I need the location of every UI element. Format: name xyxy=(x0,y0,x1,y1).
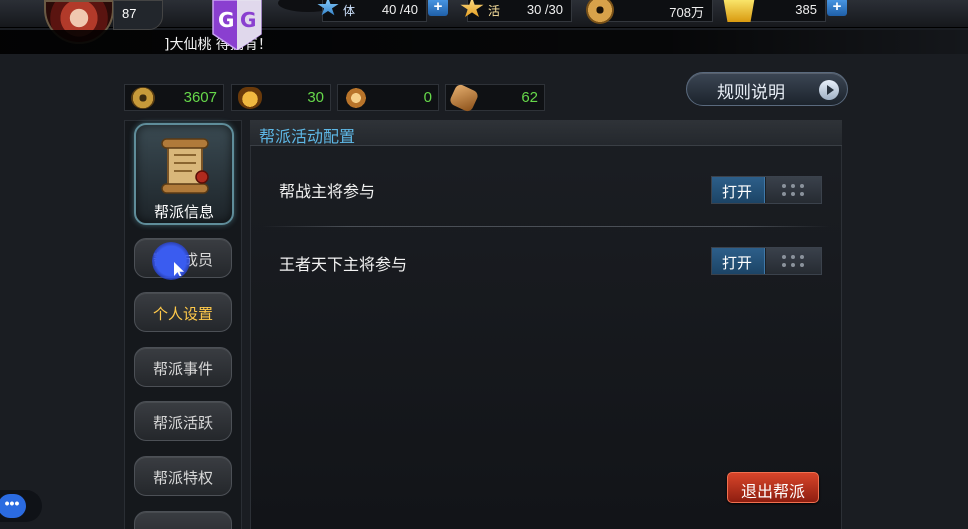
menu-guild-activity[interactable]: 帮派活跃 xyxy=(134,401,232,441)
player-level: 87 xyxy=(122,6,137,21)
toggle-on-label: 打开 xyxy=(722,183,753,201)
coin-resource: 708万 xyxy=(586,0,713,24)
menu-guild-activity-label: 帮派活跃 xyxy=(152,414,213,432)
play-arrow-icon xyxy=(819,80,839,100)
beast-mask-value: 30 xyxy=(307,89,324,106)
vitality-resource: 活 30 /30 xyxy=(460,0,572,22)
rules-button[interactable]: 规则说明 xyxy=(686,72,848,106)
svg-text:G: G xyxy=(240,8,256,32)
gold-ingot-icon xyxy=(723,0,755,22)
menu-guild-events-label: 帮派事件 xyxy=(152,360,213,378)
row-divider xyxy=(262,226,830,227)
toggle-on-state: 打开 xyxy=(712,248,765,274)
star-medal-stat: 0 xyxy=(337,84,439,111)
energy-resource: 体 40 /40 + xyxy=(317,0,448,22)
guild-coin-stat: 3607 xyxy=(124,84,224,111)
energy-label: 体 xyxy=(343,4,356,18)
player-level-badge: 87 xyxy=(113,0,163,30)
toggle-on-label: 打开 xyxy=(722,254,753,272)
token-stat: 62 xyxy=(445,82,545,114)
vitality-label: 活 xyxy=(488,4,501,18)
coin-value: 708万 xyxy=(669,5,704,20)
guild-war-general-toggle[interactable]: 打开 xyxy=(711,176,822,204)
rules-button-label: 规则说明 xyxy=(717,83,785,103)
gold-value: 385 xyxy=(795,2,817,17)
scroll-icon xyxy=(158,137,212,195)
chat-button[interactable]: ••• xyxy=(0,490,42,522)
guild-war-general-label: 帮战主将参与 xyxy=(279,182,376,201)
star-medal-value: 0 xyxy=(423,89,432,106)
menu-guild-info[interactable]: 帮派信息 xyxy=(134,123,234,225)
beast-mask-icon xyxy=(238,87,262,109)
panel-header: 帮派活动配置 xyxy=(250,120,842,146)
menu-next-item[interactable] xyxy=(134,511,232,529)
exit-guild-label: 退出帮派 xyxy=(740,482,805,501)
token-value: 62 xyxy=(521,89,538,106)
guild-coin-icon xyxy=(131,87,155,109)
menu-guild-privileges[interactable]: 帮派特权 xyxy=(134,456,232,496)
energy-value: 40 /40 xyxy=(381,2,418,17)
token-icon xyxy=(448,82,480,114)
toggle-on-state: 打开 xyxy=(712,177,765,203)
add-gold-button[interactable]: + xyxy=(827,0,847,16)
svg-text:G: G xyxy=(218,8,234,32)
menu-guild-privileges-label: 帮派特权 xyxy=(152,469,213,487)
king-world-general-toggle[interactable]: 打开 xyxy=(711,247,822,275)
menu-guild-info-label: 帮派信息 xyxy=(153,203,214,221)
announcement-marquee: ]大仙桃 得拥有！ xyxy=(0,30,968,54)
add-energy-button[interactable]: + xyxy=(428,0,448,16)
chat-bubble-icon: ••• xyxy=(0,494,26,518)
exit-guild-button[interactable]: 退出帮派 xyxy=(727,472,819,503)
guild-coin-value: 3607 xyxy=(183,89,217,106)
star-medal-icon xyxy=(344,87,368,109)
touch-indicator xyxy=(152,242,190,280)
vitality-value: 30 /30 xyxy=(526,2,563,17)
menu-guild-events[interactable]: 帮派事件 xyxy=(134,347,232,387)
gg-badge-icon[interactable]: G G xyxy=(211,0,263,50)
copper-coin-icon xyxy=(586,0,614,24)
beast-mask-stat: 30 xyxy=(231,84,331,111)
gold-resource: 385 + xyxy=(723,0,847,22)
menu-personal-settings-label: 个人设置 xyxy=(152,305,213,323)
panel-title: 帮派活动配置 xyxy=(259,127,356,146)
toggle-grip-icon[interactable] xyxy=(766,248,821,274)
menu-personal-settings[interactable]: 个人设置 xyxy=(134,292,232,332)
king-world-general-label: 王者天下主将参与 xyxy=(279,255,408,274)
toggle-grip-icon[interactable] xyxy=(766,177,821,203)
